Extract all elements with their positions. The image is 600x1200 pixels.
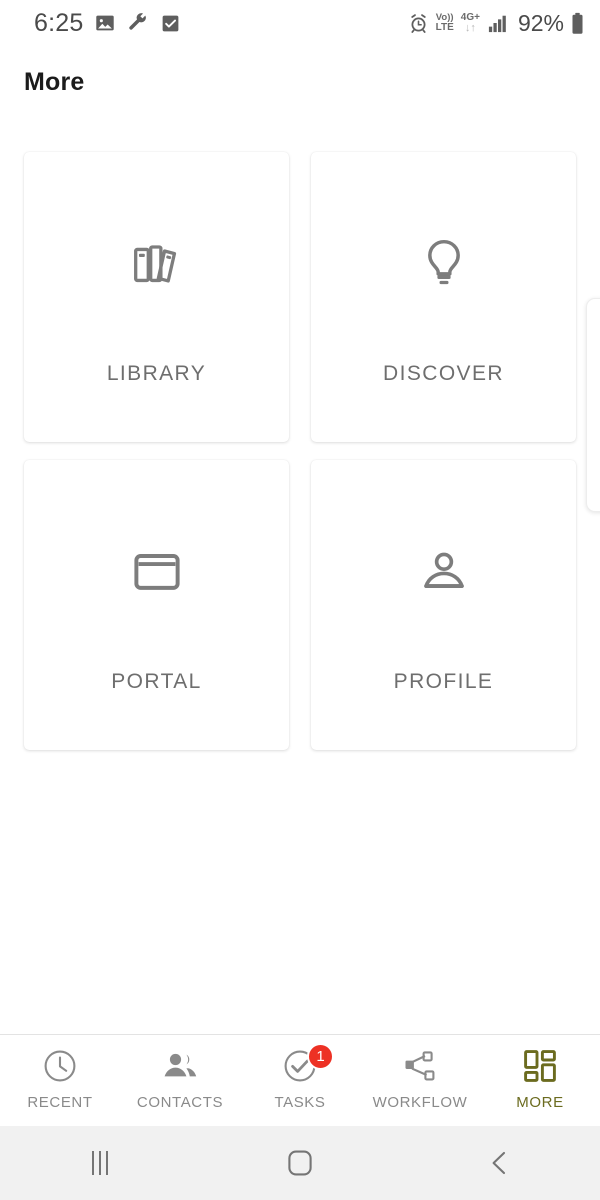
home-button[interactable] (200, 1148, 400, 1178)
tab-recent-label: RECENT (27, 1094, 93, 1111)
card-library-label: LIBRARY (106, 362, 207, 385)
status-bar-clock: 6:25 (34, 8, 84, 37)
tab-more-label: MORE (516, 1094, 564, 1111)
alarm-clock-icon (410, 13, 426, 33)
tab-more[interactable]: MORE (480, 1035, 600, 1126)
tab-contacts[interactable]: CONTACTS (120, 1035, 240, 1126)
card-portal-label: PORTAL (111, 670, 202, 693)
checkbox-icon (163, 15, 179, 31)
window-icon (24, 460, 289, 682)
books-icon (24, 152, 289, 374)
status-bar: 6:25 Vo)) LTE 4G+ ↓↑ 92% (0, 0, 600, 46)
lightbulb-icon (311, 152, 576, 374)
signal-bars-icon (488, 15, 506, 33)
tasks-badge: 1 (307, 1043, 334, 1070)
card-profile-label: PROFILE (393, 670, 494, 693)
more-menu-grid: LIBRARY DISCOVER PORTAL PROFILE (24, 152, 576, 750)
wrench-icon (129, 13, 147, 30)
page-title: More (24, 68, 85, 96)
battery-icon (572, 12, 583, 34)
battery-percent-label: 92% (517, 9, 564, 36)
volte-indicator: Vo)) LTE (436, 13, 454, 33)
recents-button[interactable] (0, 1151, 200, 1175)
network-labels: 4G+ ↓↑ (460, 11, 480, 34)
volte-bottom-label: LTE (435, 21, 454, 33)
tab-workflow-label: WORKFLOW (372, 1094, 468, 1111)
network-type-label: 4G+ (460, 11, 480, 23)
check-circle-icon: 1 (282, 1043, 334, 1085)
card-discover[interactable]: DISCOVER (311, 152, 576, 442)
image-icon (96, 15, 115, 31)
card-portal[interactable]: PORTAL (24, 460, 289, 750)
phone-screen: 6:25 Vo)) LTE 4G+ ↓↑ 92% More LIBRARY DI… (0, 0, 600, 1200)
people-icon (161, 1047, 199, 1085)
bottom-tab-bar: RECENT CONTACTS 1 TASKS WORKFLOW MORE (0, 1034, 600, 1126)
clock-icon (42, 1047, 78, 1085)
status-bar-right: Vo)) LTE 4G+ ↓↑ 92% (408, 10, 584, 37)
person-icon (311, 460, 576, 682)
tab-recent[interactable]: RECENT (0, 1035, 120, 1126)
home-icon (288, 1150, 312, 1176)
status-bar-left: 6:25 (34, 9, 181, 38)
tab-contacts-label: CONTACTS (136, 1094, 224, 1111)
share-nodes-icon (401, 1047, 439, 1085)
tab-workflow[interactable]: WORKFLOW (360, 1035, 480, 1126)
android-nav-bar (0, 1126, 600, 1200)
card-discover-label: DISCOVER (383, 362, 504, 385)
data-arrows-label: ↓↑ (464, 21, 476, 34)
back-chevron-icon (492, 1151, 506, 1175)
offscreen-panel-edge[interactable] (586, 298, 600, 512)
grid-icon (523, 1047, 557, 1085)
recents-icon (92, 1151, 108, 1175)
back-button[interactable] (400, 1148, 600, 1178)
tab-tasks-label: TASKS (274, 1094, 326, 1111)
card-library[interactable]: LIBRARY (24, 152, 289, 442)
card-profile[interactable]: PROFILE (311, 460, 576, 750)
tab-tasks[interactable]: 1 TASKS (240, 1035, 360, 1126)
network-indicator: 4G+ ↓↑ (460, 11, 480, 34)
